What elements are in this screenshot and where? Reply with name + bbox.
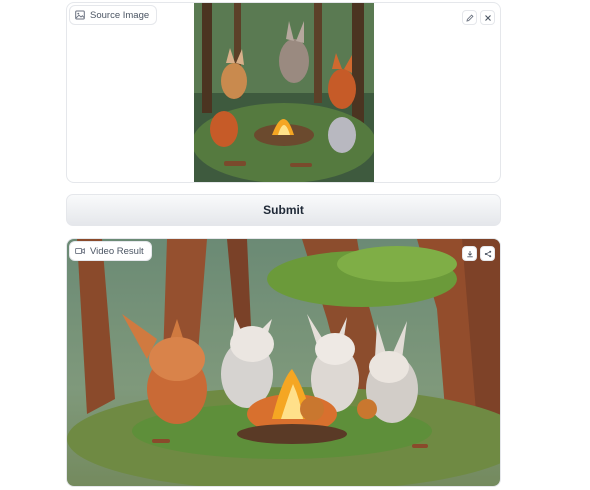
source-tools bbox=[462, 10, 495, 25]
video-result-panel: Video Result bbox=[66, 238, 501, 487]
source-image-label: Source Image bbox=[69, 5, 158, 25]
share-button[interactable] bbox=[480, 246, 495, 261]
download-icon bbox=[466, 250, 473, 257]
pencil-icon bbox=[465, 13, 474, 22]
video-result-label-text: Video Result bbox=[90, 245, 144, 257]
video-tools bbox=[462, 246, 495, 261]
source-image-label-text: Source Image bbox=[90, 9, 150, 21]
submit-button[interactable]: Submit bbox=[66, 194, 501, 226]
source-image bbox=[194, 3, 374, 182]
share-icon bbox=[484, 250, 491, 257]
clear-button[interactable] bbox=[480, 10, 495, 25]
video-camera-icon bbox=[75, 247, 85, 255]
close-icon bbox=[484, 14, 491, 21]
video-result-label: Video Result bbox=[69, 241, 152, 261]
source-image-panel: Source Image bbox=[66, 2, 501, 183]
edit-button[interactable] bbox=[462, 10, 477, 25]
image-icon bbox=[75, 10, 85, 20]
download-button[interactable] bbox=[462, 246, 477, 261]
video-frame bbox=[67, 239, 500, 486]
